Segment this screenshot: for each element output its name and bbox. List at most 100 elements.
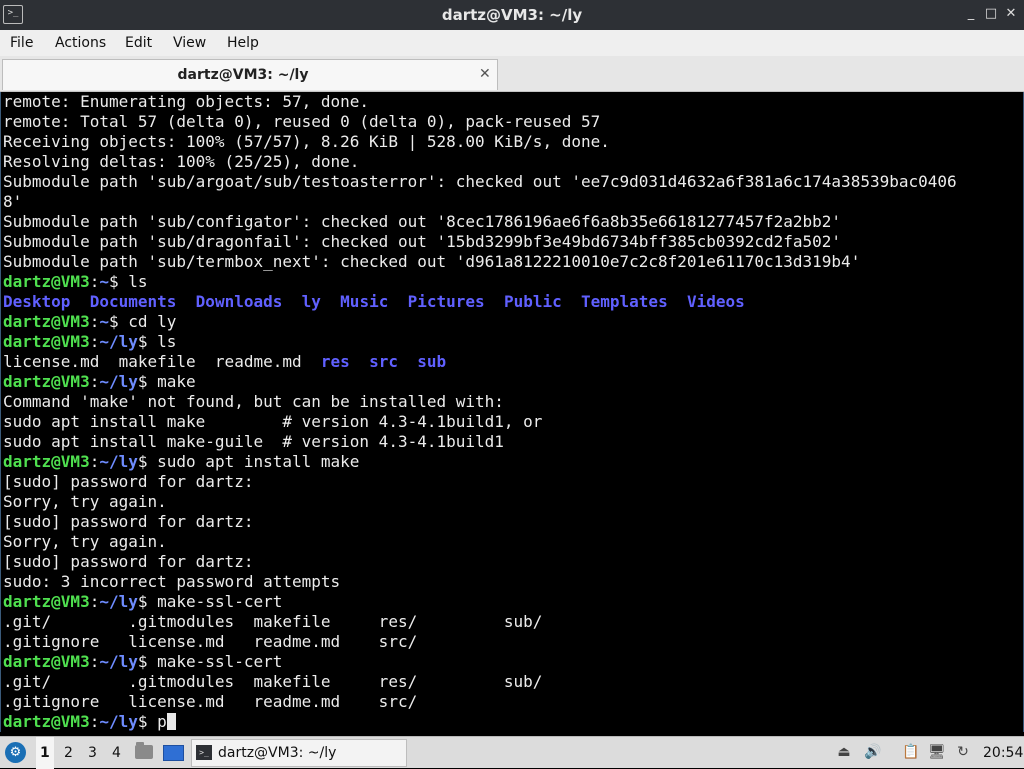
terminal-line: [sudo] password for dartz: — [3, 552, 254, 571]
terminal-line: dartz@VM3:~/ly$ sudo apt install make — [3, 452, 359, 472]
terminal-line: dartz@VM3:~/ly$ make-ssl-cert — [3, 592, 282, 612]
terminal-line: remote: Enumerating objects: 57, done. — [3, 92, 370, 111]
terminal-line: [sudo] password for dartz: — [3, 512, 254, 531]
prompt-path: ~/ly — [99, 452, 138, 471]
menu-help[interactable]: Help — [227, 30, 259, 56]
prompt-path: ~/ly — [99, 592, 138, 611]
close-window-button[interactable]: ✕ — [1003, 6, 1019, 22]
workspace-3[interactable]: 3 — [88, 737, 97, 769]
terminal-line: sudo apt install make-guile # version 4.… — [3, 432, 504, 451]
prompt-user: dartz@VM3 — [3, 452, 90, 471]
menu-file[interactable]: File — [10, 30, 33, 56]
directory-entry: Videos — [686, 292, 745, 311]
terminal-line: sudo: 3 incorrect password attempts — [3, 572, 341, 591]
file-entry: license.md — [3, 352, 100, 371]
workspace-4[interactable]: 4 — [112, 737, 121, 769]
directory-entry: Music — [340, 292, 389, 311]
file-entry: readme.md — [214, 352, 302, 371]
workspace-2[interactable]: 2 — [64, 737, 73, 769]
tab-bar: dartz@VM3: ~/ly ✕ — [0, 56, 1024, 92]
command-text: $ sudo apt install make — [137, 452, 360, 471]
terminal-line: dartz@VM3:~$ ls — [3, 272, 148, 292]
command-text: $ cd ly — [108, 312, 177, 331]
terminal-line: .git/ .gitmodules makefile res/ sub/ — [3, 672, 543, 691]
terminal-line: dartz@VM3:~$ cd ly — [3, 312, 176, 332]
command-text: $ make — [137, 372, 196, 391]
terminal-line: 8' — [3, 192, 23, 211]
minimize-button[interactable]: _ — [963, 6, 979, 22]
menu-view[interactable]: View — [173, 30, 206, 56]
prompt-user: dartz@VM3 — [3, 312, 90, 331]
terminal-output[interactable]: remote: Enumerating objects: 57, done. re… — [0, 92, 1024, 732]
terminal-task-icon: >_ — [196, 745, 212, 760]
prompt-user: dartz@VM3 — [3, 332, 90, 351]
command-text: $ ls — [108, 272, 148, 291]
command-text: $ p — [137, 712, 167, 731]
tab-close-icon[interactable]: ✕ — [479, 60, 491, 88]
terminal-line: license.md makefile readme.md res src su… — [3, 352, 446, 372]
directory-entry: Public — [503, 292, 562, 311]
file-entry: makefile — [118, 352, 196, 371]
terminal-line: Sorry, try again. — [3, 492, 167, 511]
directory-entry: src — [369, 352, 398, 371]
terminal-line: [sudo] password for dartz: — [3, 472, 254, 491]
directory-entry: res — [320, 352, 350, 371]
volume-icon[interactable]: 🔊 — [864, 744, 881, 760]
terminal-line: remote: Total 57 (delta 0), reused 0 (de… — [3, 112, 601, 131]
prompt-path: ~ — [99, 312, 109, 331]
window-titlebar: >_ dartz@VM3: ~/ly _ □ ✕ — [0, 0, 1024, 30]
command-text: $ ls — [137, 332, 177, 351]
prompt-sep: : — [89, 452, 100, 471]
terminal-line: dartz@VM3:~/ly$ ls — [3, 332, 176, 352]
terminal-line: Receiving objects: 100% (57/57), 8.26 Ki… — [3, 132, 610, 151]
terminal-line: Command 'make' not found, but can be ins… — [3, 392, 504, 411]
maximize-button[interactable]: □ — [983, 6, 999, 22]
terminal-line: .git/ .gitmodules makefile res/ sub/ — [3, 612, 543, 631]
clock[interactable]: 20:54 — [983, 737, 1023, 769]
directory-entry: sub — [417, 352, 447, 371]
menu-actions[interactable]: Actions — [55, 30, 106, 56]
menu-bar: File Actions Edit View Help — [0, 30, 1024, 56]
prompt-sep: : — [89, 312, 100, 331]
directory-entry: Pictures — [407, 292, 485, 311]
prompt-sep: : — [89, 652, 100, 671]
taskbar: ⚙ 1 2 3 4 >_ dartz@VM3: ~/ly ⏏ 🔊 📋 🖥 ↻ 2… — [0, 736, 1024, 769]
directory-entry: Templates — [581, 292, 668, 311]
terminal-line: Submodule path 'sub/dragonfail': checked… — [3, 232, 842, 251]
prompt-sep: : — [89, 712, 100, 731]
terminal-line: Submodule path 'sub/configator': checked… — [3, 212, 842, 231]
network-icon[interactable]: 🖥 — [928, 744, 946, 760]
prompt-sep: : — [89, 332, 100, 351]
workspace-1[interactable]: 1 — [36, 737, 54, 769]
directory-entry: Downloads — [195, 292, 283, 311]
terminal-line: dartz@VM3:~/ly$ make — [3, 372, 196, 392]
eject-icon[interactable]: ⏏ — [836, 744, 852, 760]
taskbar-task-terminal[interactable]: >_ dartz@VM3: ~/ly — [191, 739, 407, 767]
text-cursor — [166, 713, 176, 730]
terminal-line: dartz@VM3:~/ly$ make-ssl-cert — [3, 652, 282, 672]
prompt-path: ~ — [99, 272, 109, 291]
terminal-tab[interactable]: dartz@VM3: ~/ly ✕ — [2, 59, 498, 90]
prompt-sep: : — [89, 272, 100, 291]
file-manager-icon[interactable] — [135, 742, 153, 759]
prompt-path: ~/ly — [99, 652, 138, 671]
start-menu-icon[interactable]: ⚙ — [5, 742, 26, 763]
clipboard-icon[interactable]: 📋 — [902, 744, 919, 760]
prompt-user: dartz@VM3 — [3, 712, 90, 731]
prompt-user: dartz@VM3 — [3, 272, 90, 291]
update-icon[interactable]: ↻ — [955, 744, 971, 760]
terminal-line: dartz@VM3:~/ly$ p — [3, 712, 176, 732]
show-desktop-icon[interactable] — [163, 745, 184, 761]
prompt-sep: : — [89, 372, 100, 391]
command-text: $ make-ssl-cert — [137, 652, 283, 671]
prompt-path: ~/ly — [99, 332, 138, 351]
menu-edit[interactable]: Edit — [125, 30, 152, 56]
